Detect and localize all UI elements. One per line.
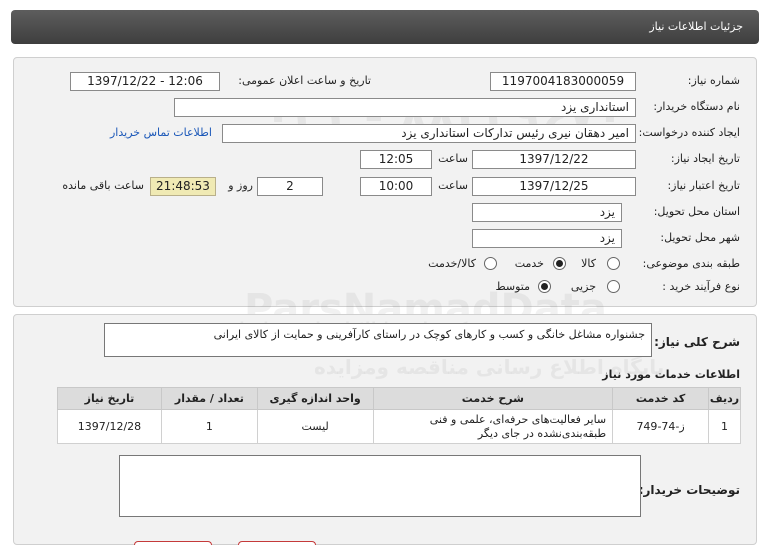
create-date-field: 1397/12/22	[472, 150, 636, 169]
create-time-field: 12:05	[360, 150, 432, 169]
validity-time-field: 10:00	[360, 177, 432, 196]
process-medium-radio[interactable]	[538, 280, 551, 293]
validity-label: تاریخ اعتبار نیاز:	[667, 179, 740, 192]
buyer-field: استانداری یزد	[174, 98, 636, 117]
services-table: ردیف کد خدمت شرح خدمت واحد اندازه گیری ت…	[57, 387, 741, 444]
contact-buyer-link[interactable]: اطلاعات تماس خریدار	[110, 126, 212, 139]
summary-text: جشنواره مشاغل خانگی و کسب و کارهای کوچک …	[104, 323, 652, 357]
category-goods-service-label: کالا/خدمت	[428, 257, 476, 270]
validity-time-label: ساعت	[438, 179, 468, 192]
announce-field: 1397/12/22 - 12:06	[70, 72, 220, 91]
col-need-date: تاریخ نیاز	[57, 387, 162, 410]
back-button[interactable]	[238, 541, 316, 545]
cell-service-code: ز-74-749	[612, 409, 710, 444]
process-label: نوع فرآیند خرید :	[662, 280, 740, 293]
province-label: استان محل تحویل:	[653, 205, 740, 218]
col-service-desc: شرح خدمت	[372, 387, 614, 410]
col-quantity: تعداد / مقدار	[160, 387, 258, 410]
cell-unit: لیست	[256, 409, 374, 444]
create-date-label: تاریخ ایجاد نیاز:	[670, 152, 740, 165]
remaining-label: ساعت باقی مانده	[62, 179, 144, 192]
page-title: جزئیات اطلاعات نیاز	[649, 20, 743, 33]
category-goods-label: کالا	[581, 257, 596, 270]
cell-row: 1	[708, 409, 741, 444]
category-service-radio[interactable]	[553, 257, 566, 270]
services-header-row: ردیف کد خدمت شرح خدمت واحد اندازه گیری ت…	[57, 387, 741, 410]
print-button[interactable]	[134, 541, 212, 545]
announce-label: تاریخ و ساعت اعلان عمومی:	[238, 74, 371, 87]
province-field: یزد	[472, 203, 622, 222]
process-minor-radio[interactable]	[607, 280, 620, 293]
process-minor-label: جزیی	[570, 280, 596, 293]
days-label: روز و	[228, 179, 253, 192]
category-goods-service-radio[interactable]	[484, 257, 497, 270]
need-number-label: شماره نیاز:	[687, 74, 740, 87]
page-header: جزئیات اطلاعات نیاز	[11, 10, 759, 44]
city-label: شهر محل تحویل:	[660, 231, 740, 244]
validity-date-field: 1397/12/25	[472, 177, 636, 196]
cell-service-desc: سایر فعالیت‌های حرفه‌ای، علمی و فنی طبقه…	[372, 409, 614, 444]
cell-quantity: 1	[160, 409, 258, 444]
need-details-panel: ParsNamadData ۰۲۱ - ۸۸۳۴۹۶۷۰ شماره نیاز:…	[13, 57, 757, 332]
col-service-code: کد خدمت	[612, 387, 710, 410]
category-label: طبقه بندی موضوعی:	[642, 257, 740, 270]
need-summary-panel: پایگاه اطلاع رسانی مناقصه ومزایده مرکز ف…	[13, 314, 757, 545]
buyer-label: نام دستگاه خریدار:	[653, 100, 740, 113]
remaining-time-field: 21:48:53	[150, 177, 216, 196]
city-field: یزد	[472, 229, 622, 248]
category-goods-radio[interactable]	[607, 257, 620, 270]
create-time-label: ساعت	[438, 152, 468, 165]
buyer-notes-label: توضیحات خریدار:	[638, 483, 740, 497]
remaining-days-field: 2	[257, 177, 323, 196]
process-medium-label: متوسط	[495, 280, 530, 293]
category-service-label: خدمت	[514, 257, 544, 270]
creator-label: ایجاد کننده درخواست:	[638, 126, 740, 139]
summary-label: شرح کلی نیاز:	[654, 335, 740, 349]
col-unit: واحد اندازه گیری	[256, 387, 374, 410]
cell-need-date: 1397/12/28	[57, 409, 162, 444]
buyer-notes-field	[119, 455, 641, 517]
creator-field: امیر دهقان نیری رئیس تدارکات استانداری ی…	[222, 124, 636, 143]
col-row: ردیف	[708, 387, 741, 410]
table-row: 1 ز-74-749 سایر فعالیت‌های حرفه‌ای، علمی…	[57, 409, 741, 444]
need-number-field: 1197004183000059	[490, 72, 636, 91]
services-title: اطلاعات خدمات مورد نیاز	[602, 368, 740, 381]
